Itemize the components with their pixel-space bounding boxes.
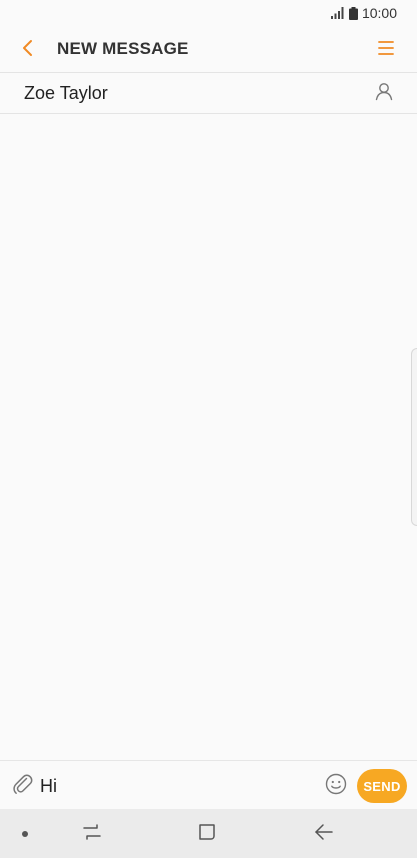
menu-button[interactable] xyxy=(373,37,399,63)
recent-apps-button[interactable] xyxy=(79,821,105,847)
menu-icon xyxy=(378,40,394,61)
send-button[interactable]: SEND xyxy=(357,769,407,803)
status-bar: 10:00 xyxy=(0,0,417,26)
battery-icon xyxy=(348,6,358,20)
signal-icon xyxy=(330,7,345,19)
contact-icon xyxy=(374,81,394,106)
back-button[interactable] xyxy=(14,36,42,64)
message-input[interactable] xyxy=(40,774,310,798)
page-title: NEW MESSAGE xyxy=(57,39,189,58)
message-composer: SEND xyxy=(0,760,417,810)
home-icon xyxy=(197,822,217,847)
emoji-button[interactable] xyxy=(324,773,348,800)
contact-picker-button[interactable] xyxy=(371,80,397,106)
nav-back-button[interactable] xyxy=(311,821,337,847)
paperclip-icon xyxy=(12,773,34,800)
recipient-field[interactable]: Zoe Taylor xyxy=(0,73,417,114)
app-bar: NEW MESSAGE xyxy=(0,26,417,73)
chevron-left-icon xyxy=(21,39,35,62)
attach-button[interactable] xyxy=(10,773,36,799)
status-icons: 10:00 xyxy=(330,5,397,21)
back-icon xyxy=(314,822,334,847)
home-button[interactable] xyxy=(194,821,220,847)
recipient-name[interactable]: Zoe Taylor xyxy=(24,83,108,104)
recent-apps-icon xyxy=(82,822,102,847)
emoji-icon xyxy=(325,773,347,800)
status-time: 10:00 xyxy=(361,5,397,21)
dot-icon[interactable] xyxy=(22,831,28,837)
navigation-bar xyxy=(0,809,417,858)
conversation-area xyxy=(0,114,417,760)
edge-panel-handle[interactable] xyxy=(411,348,417,526)
